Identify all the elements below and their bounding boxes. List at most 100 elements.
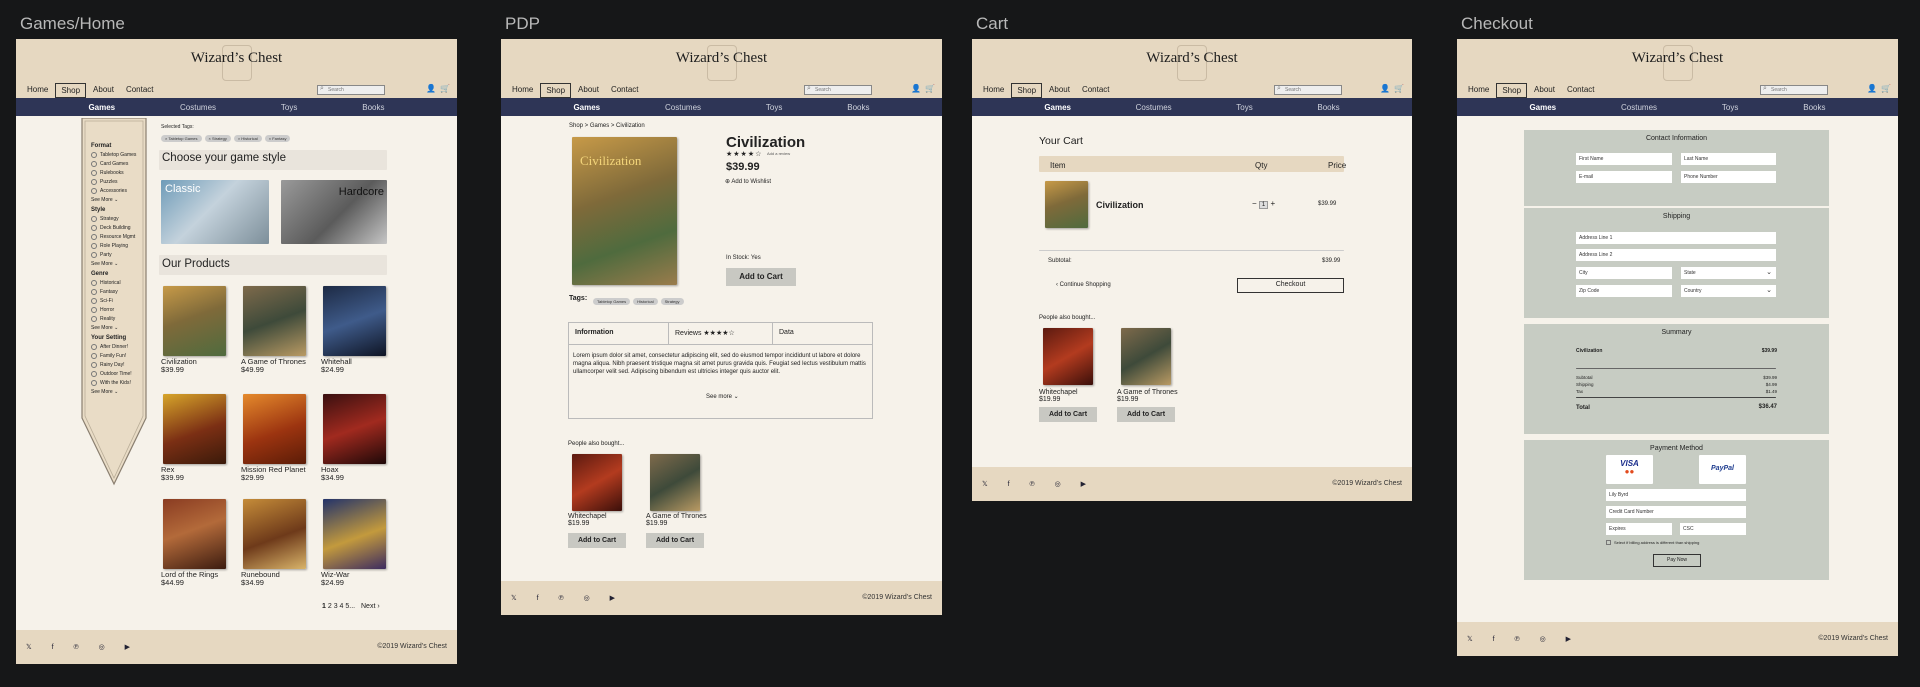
see-more-link[interactable]: See More ⌄ (91, 324, 151, 333)
filter-option[interactable]: Resource Mgmt (91, 233, 151, 242)
filter-option[interactable]: Family Fun! (91, 352, 151, 361)
search-input[interactable]: Search (317, 85, 385, 95)
subnav-costumes[interactable]: Costumes (1621, 103, 1657, 112)
csc-field[interactable]: CSC (1680, 523, 1746, 535)
subnav-books[interactable]: Books (847, 103, 869, 112)
filter-option[interactable]: Puzzles (91, 178, 151, 187)
tag-chip[interactable]: × Tabletop Games (161, 135, 202, 142)
related-cover-whitechapel[interactable] (1043, 328, 1093, 385)
product-cover[interactable] (323, 499, 386, 569)
visa-mastercard-option[interactable]: VISA ●● (1606, 455, 1653, 484)
subnav-books[interactable]: Books (362, 103, 384, 112)
add-to-cart-button[interactable]: Add to Cart (1039, 407, 1097, 422)
nav-contact[interactable]: Contact (606, 83, 644, 98)
city-field[interactable]: City (1576, 267, 1672, 279)
address-line2-field[interactable]: Address Line 2 (1576, 249, 1776, 261)
state-select[interactable]: State ⌄ (1681, 267, 1776, 279)
search-input[interactable]: Search (804, 85, 872, 95)
qty-value[interactable]: 1 (1258, 201, 1269, 209)
nav-about[interactable]: About (573, 83, 604, 98)
filter-option[interactable]: Party (91, 251, 151, 260)
related-cover-got[interactable] (650, 454, 700, 511)
tag-chip[interactable]: Tabletop Games (593, 298, 631, 305)
nav-shop[interactable]: Shop (55, 83, 87, 98)
add-review-link[interactable]: Add a review (767, 151, 790, 156)
nav-shop[interactable]: Shop (540, 83, 572, 98)
related-name[interactable]: Whitechapel (568, 513, 607, 520)
checkout-button[interactable]: Checkout (1237, 278, 1344, 293)
card-number-field[interactable]: Credit Card Number (1606, 506, 1746, 518)
filter-option[interactable]: Fantasy (91, 288, 151, 297)
related-name[interactable]: A Game of Thrones (646, 513, 707, 520)
tag-chip[interactable]: × Historical (233, 135, 262, 142)
continue-shopping-link[interactable]: ‹ Continue Shopping (1056, 282, 1111, 288)
subnav-costumes[interactable]: Costumes (180, 103, 216, 112)
filter-option[interactable]: Accessories (91, 187, 151, 196)
filter-option[interactable]: Historical (91, 279, 151, 288)
subnav-games[interactable]: Games (88, 103, 115, 112)
last-name-field[interactable]: Last Name (1681, 153, 1776, 165)
subnav-toys[interactable]: Toys (1236, 103, 1252, 112)
nav-home[interactable]: Home (1463, 83, 1494, 98)
filter-option[interactable]: With the Kids! (91, 379, 151, 388)
filter-option[interactable]: Tabletop Games (91, 151, 151, 160)
page-links[interactable]: 2 3 4 5... (328, 603, 355, 610)
product-cover[interactable] (243, 394, 306, 464)
subnav-toys[interactable]: Toys (281, 103, 297, 112)
nav-about[interactable]: About (1044, 83, 1075, 98)
style-card-hardcore[interactable]: Hardcore (281, 180, 387, 244)
add-to-cart-button[interactable]: Add to Cart (1117, 407, 1175, 422)
add-to-cart-button[interactable]: Add to Cart (726, 268, 796, 286)
subnav-games[interactable]: Games (573, 103, 600, 112)
filter-option[interactable]: Strategy (91, 215, 151, 224)
nav-shop[interactable]: Shop (1011, 83, 1043, 98)
social-icons[interactable]: 𝕏 f ℗ ◎ ▶ (511, 594, 624, 602)
subnav-toys[interactable]: Toys (766, 103, 782, 112)
social-icons[interactable]: 𝕏 f ℗ ◎ ▶ (1467, 635, 1580, 643)
tab-reviews[interactable]: Reviews ★★★★☆ (669, 323, 773, 344)
phone-field[interactable]: Phone Number (1681, 171, 1776, 183)
filter-option[interactable]: Deck Building (91, 224, 151, 233)
address-line1-field[interactable]: Address Line 1 (1576, 232, 1776, 244)
billing-checkbox[interactable]: Select if billing address is different t… (1606, 540, 1699, 546)
user-cart-icons[interactable]: 👤🛒 (1867, 84, 1895, 93)
see-more-link[interactable]: See More ⌄ (91, 196, 151, 205)
filter-option[interactable]: After Dinner! (91, 343, 151, 352)
next-page-link[interactable]: Next › (361, 603, 380, 610)
site-logo[interactable]: Wizard’s Chest (972, 50, 1412, 67)
subnav-books[interactable]: Books (1317, 103, 1339, 112)
see-more-link[interactable]: See More ⌄ (91, 260, 151, 269)
product-cover[interactable] (243, 499, 306, 569)
expires-field[interactable]: Expires (1606, 523, 1672, 535)
product-cover[interactable] (163, 499, 226, 569)
nav-home[interactable]: Home (22, 83, 53, 98)
nav-home[interactable]: Home (507, 83, 538, 98)
qty-stepper[interactable]: − 1 + (1252, 199, 1275, 209)
email-field[interactable]: E-mail (1576, 171, 1672, 183)
nav-about[interactable]: About (88, 83, 119, 98)
user-cart-icons[interactable]: 👤🛒 (1380, 84, 1408, 93)
product-cover[interactable] (163, 394, 226, 464)
tab-information[interactable]: Information (569, 323, 669, 344)
name-on-card-field[interactable]: Lily Byrd (1606, 489, 1746, 501)
nav-shop[interactable]: Shop (1496, 83, 1528, 98)
subnav-costumes[interactable]: Costumes (665, 103, 701, 112)
nav-contact[interactable]: Contact (121, 83, 159, 98)
filter-option[interactable]: Reality (91, 315, 151, 324)
tag-chip[interactable]: Historical (633, 298, 658, 305)
see-more-link[interactable]: See More ⌄ (91, 388, 151, 397)
social-icons[interactable]: 𝕏 f ℗ ◎ ▶ (982, 480, 1095, 488)
page-current[interactable]: 1 (322, 603, 326, 610)
filter-option[interactable]: Outdoor Time! (91, 370, 151, 379)
tag-chip[interactable]: × Strategy (204, 135, 231, 142)
related-cover-whitechapel[interactable] (572, 454, 622, 511)
related-cover-got[interactable] (1121, 328, 1171, 385)
nav-home[interactable]: Home (978, 83, 1009, 98)
subnav-games[interactable]: Games (1044, 103, 1071, 112)
filter-option[interactable]: Rulebooks (91, 169, 151, 178)
subnav-books[interactable]: Books (1803, 103, 1825, 112)
search-input[interactable]: Search (1760, 85, 1828, 95)
product-cover[interactable] (323, 286, 386, 356)
site-logo[interactable]: Wizard’s Chest (1457, 50, 1898, 67)
zip-field[interactable]: Zip Code (1576, 285, 1672, 297)
